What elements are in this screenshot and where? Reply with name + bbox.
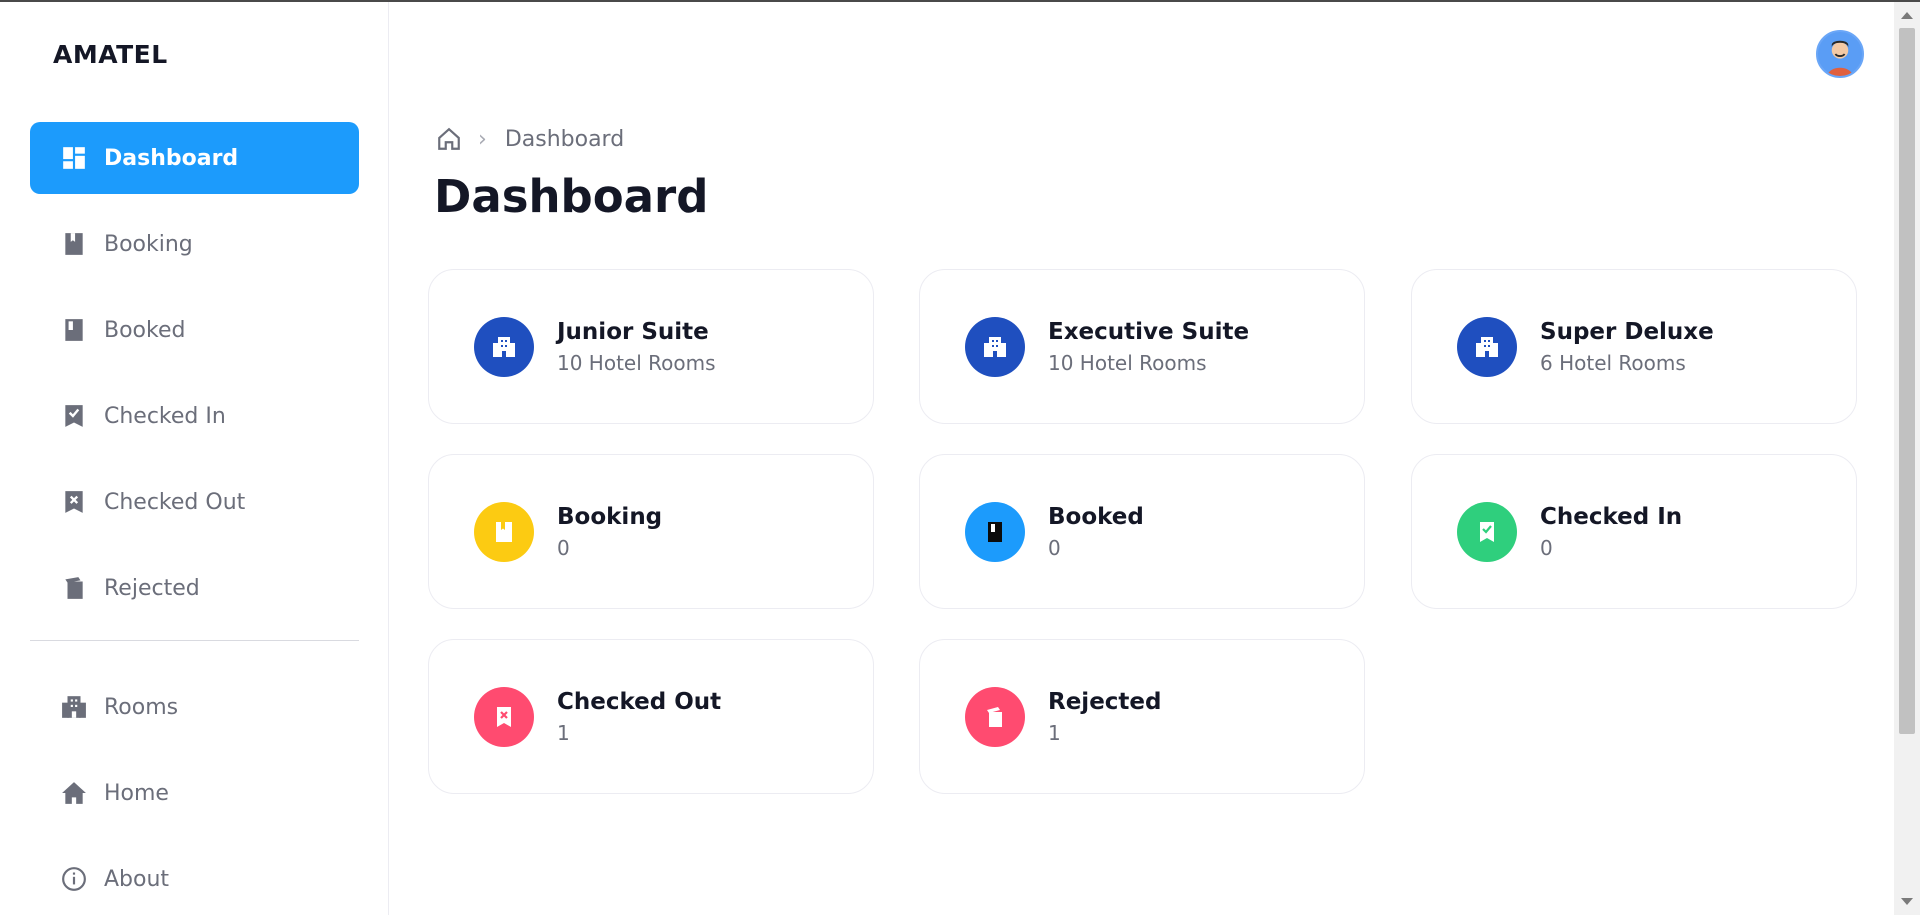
card-count: 1 bbox=[557, 720, 570, 745]
rejected-doc-icon bbox=[60, 574, 88, 602]
brand-logo[interactable]: AMATEL bbox=[53, 40, 168, 69]
card-title: Super Deluxe bbox=[1540, 318, 1714, 345]
card-subtitle: 6 Hotel Rooms bbox=[1540, 350, 1686, 375]
bookmark-book-icon bbox=[60, 230, 88, 258]
building-icon bbox=[965, 316, 1025, 377]
breadcrumb-current: Dashboard bbox=[504, 126, 625, 152]
sidebar-item-label: Booking bbox=[104, 231, 193, 257]
bookmark-check-icon bbox=[60, 402, 88, 430]
card-junior-suite[interactable]: Junior Suite 10 Hotel Rooms bbox=[428, 269, 874, 424]
dashboard-icon bbox=[60, 144, 88, 172]
card-count: 0 bbox=[1048, 535, 1061, 560]
sidebar-item-rejected[interactable]: Rejected bbox=[30, 552, 359, 624]
bookmark-check-icon bbox=[1457, 501, 1517, 562]
sidebar-item-booking[interactable]: Booking bbox=[30, 208, 359, 280]
breadcrumb: › Dashboard bbox=[436, 126, 624, 152]
card-title: Checked Out bbox=[557, 688, 722, 715]
vertical-scrollbar[interactable] bbox=[1894, 2, 1920, 915]
card-count: 0 bbox=[1540, 535, 1553, 560]
bookmark-x-icon bbox=[474, 686, 534, 747]
scroll-down-arrow-icon[interactable] bbox=[1901, 898, 1913, 905]
user-avatar[interactable] bbox=[1816, 30, 1864, 78]
sidebar-divider bbox=[30, 640, 359, 641]
book-icon bbox=[965, 501, 1025, 562]
sidebar-item-label: About bbox=[104, 866, 170, 892]
sidebar-item-label: Rejected bbox=[104, 575, 200, 601]
card-super-deluxe[interactable]: Super Deluxe 6 Hotel Rooms bbox=[1411, 269, 1857, 424]
sidebar-item-label: Home bbox=[104, 780, 169, 806]
sidebar-item-label: Booked bbox=[104, 317, 186, 343]
sidebar-item-booked[interactable]: Booked bbox=[30, 294, 359, 366]
home-outline-icon[interactable] bbox=[436, 126, 462, 152]
sidebar-item-home[interactable]: Home bbox=[30, 757, 359, 829]
page-title: Dashboard bbox=[434, 170, 709, 223]
book-icon bbox=[60, 316, 88, 344]
card-count: 0 bbox=[557, 535, 570, 560]
sidebar-item-label: Rooms bbox=[104, 694, 179, 720]
sidebar-item-checked-in[interactable]: Checked In bbox=[30, 380, 359, 452]
sidebar-item-label: Checked In bbox=[104, 403, 226, 429]
sidebar: AMATEL Dashboard Booking Booked Checked … bbox=[0, 2, 389, 915]
card-title: Booking bbox=[557, 503, 663, 530]
card-checked-out[interactable]: Checked Out 1 bbox=[428, 639, 874, 794]
sidebar-item-about[interactable]: About bbox=[30, 843, 359, 915]
card-subtitle: 10 Hotel Rooms bbox=[557, 350, 716, 375]
bookmark-book-icon bbox=[474, 501, 534, 562]
card-booking[interactable]: Booking 0 bbox=[428, 454, 874, 609]
card-title: Executive Suite bbox=[1048, 318, 1250, 345]
sidebar-item-label: Checked Out bbox=[104, 489, 246, 515]
card-count: 1 bbox=[1048, 720, 1061, 745]
building-icon bbox=[60, 693, 88, 721]
home-icon bbox=[60, 779, 88, 807]
card-checked-in[interactable]: Checked In 0 bbox=[1411, 454, 1857, 609]
card-booked[interactable]: Booked 0 bbox=[919, 454, 1365, 609]
card-title: Checked In bbox=[1540, 503, 1683, 530]
card-title: Rejected bbox=[1048, 688, 1162, 715]
sidebar-nav: Dashboard Booking Booked Checked In Chec… bbox=[30, 122, 359, 915]
card-executive-suite[interactable]: Executive Suite 10 Hotel Rooms bbox=[919, 269, 1365, 424]
sidebar-item-dashboard[interactable]: Dashboard bbox=[30, 122, 359, 194]
card-rejected[interactable]: Rejected 1 bbox=[919, 639, 1365, 794]
card-title: Booked bbox=[1048, 503, 1144, 530]
card-title: Junior Suite bbox=[557, 318, 709, 345]
scrollbar-thumb[interactable] bbox=[1899, 28, 1915, 734]
sidebar-item-rooms[interactable]: Rooms bbox=[30, 671, 359, 743]
building-icon bbox=[474, 316, 534, 377]
sidebar-item-label: Dashboard bbox=[104, 145, 239, 171]
scroll-up-arrow-icon[interactable] bbox=[1901, 12, 1913, 19]
info-icon bbox=[60, 865, 88, 893]
building-icon bbox=[1457, 316, 1517, 377]
bookmark-x-icon bbox=[60, 488, 88, 516]
breadcrumb-separator-icon: › bbox=[478, 126, 487, 152]
card-subtitle: 10 Hotel Rooms bbox=[1048, 350, 1207, 375]
sidebar-item-checked-out[interactable]: Checked Out bbox=[30, 466, 359, 538]
rejected-doc-icon bbox=[965, 686, 1025, 747]
